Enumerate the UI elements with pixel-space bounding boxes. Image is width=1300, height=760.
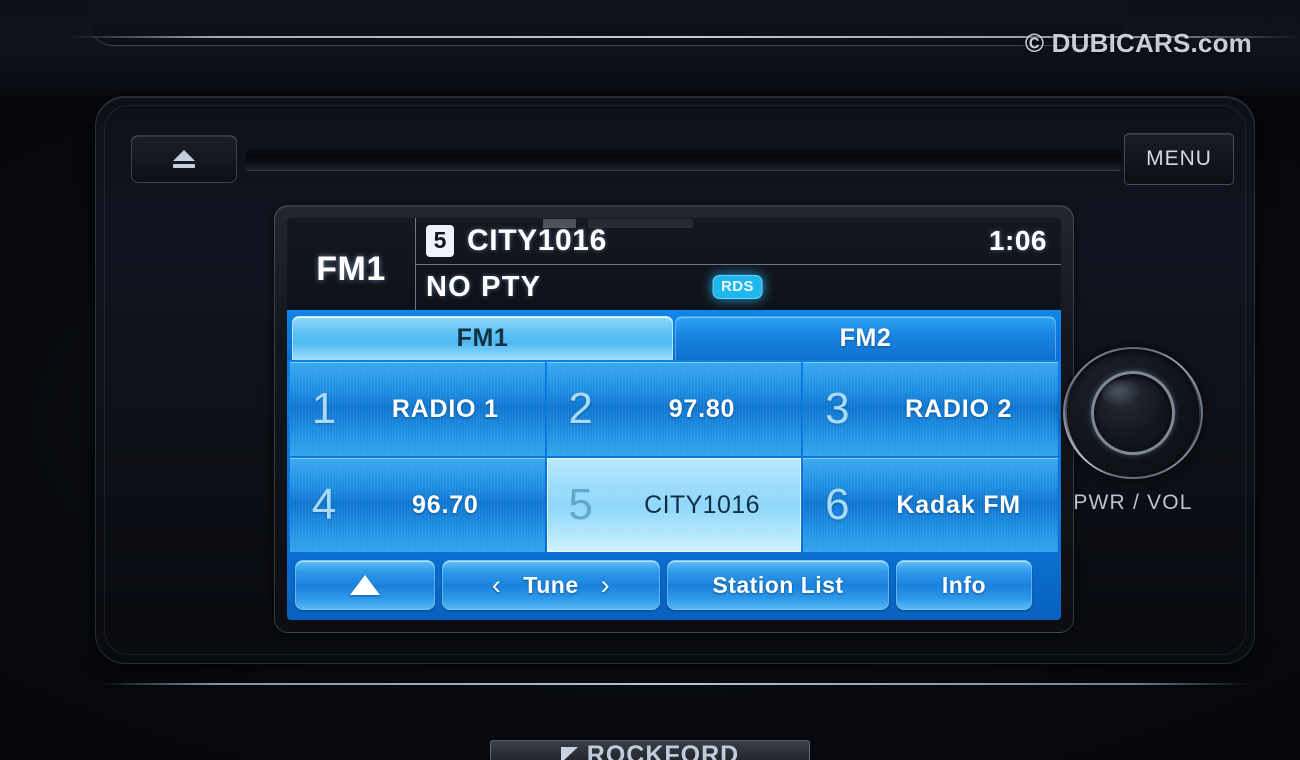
preset-label-6: Kadak FM xyxy=(896,490,1021,519)
preset-number-3: 3 xyxy=(825,384,850,433)
status-header: FM1 5 CITY1016 1:06 NO PTY RDS xyxy=(287,218,1061,310)
tune-prev-icon[interactable]: ‹ xyxy=(492,570,502,601)
tune-next-icon[interactable]: › xyxy=(601,570,611,601)
now-playing-row: 5 CITY1016 1:06 xyxy=(415,218,1061,265)
band-indicator: FM1 xyxy=(316,249,386,288)
rockford-badge: ROCKFORD xyxy=(490,740,810,760)
info-label: Info xyxy=(941,571,987,598)
tune-label: Tune xyxy=(523,571,579,598)
tune-control[interactable]: ‹ Tune › xyxy=(442,560,660,610)
power-knob[interactable] xyxy=(1091,371,1175,455)
dashboard: © DUBICARS.com MENU FM1 5 CITY1016 1:06 … xyxy=(0,0,1300,760)
preset-button-6[interactable]: 6 Kadak FM xyxy=(803,458,1058,552)
preset-label-5: CITY1016 xyxy=(644,490,760,519)
clock: 1:06 xyxy=(988,224,1047,256)
preset-button-1[interactable]: 1 RADIO 1 xyxy=(290,362,545,456)
watermark: © DUBICARS.com xyxy=(1024,28,1252,58)
volume-knob-ring[interactable] xyxy=(1063,347,1203,479)
preset-number-4: 4 xyxy=(311,480,337,529)
triangle-up-icon xyxy=(350,575,380,595)
power-volume-label: PWR / VOL xyxy=(1073,491,1193,514)
pty-label: NO PTY xyxy=(426,270,542,303)
screen-bezel: FM1 5 CITY1016 1:06 NO PTY RDS FM1 FM2 1… xyxy=(274,205,1074,633)
rds-badge: RDS xyxy=(712,275,763,300)
preset-label-4: 96.70 xyxy=(412,490,479,519)
bottom-toolbar: ‹ Tune › Station List Info xyxy=(287,554,1061,620)
station-list-button[interactable]: Station List xyxy=(667,560,889,610)
preset-number-5: 5 xyxy=(568,480,593,529)
station-list-label: Station List xyxy=(712,571,844,598)
preset-label-3: RADIO 2 xyxy=(905,394,1013,423)
preset-grid: 1 RADIO 1 2 97.80 3 RADIO 2 4 96.70 5 CI… xyxy=(287,360,1061,554)
dash-upper-inset xyxy=(88,0,1128,46)
tab-fm1[interactable]: FM1 xyxy=(292,316,673,360)
info-button[interactable]: Info xyxy=(896,560,1032,610)
rockford-badge-label: ROCKFORD xyxy=(586,740,740,760)
dash-chrome-trim-bottom xyxy=(100,683,1250,685)
preset-button-2[interactable]: 2 97.80 xyxy=(546,362,802,456)
current-station-name: CITY1016 xyxy=(467,223,607,257)
band-tabs: FM1 FM2 xyxy=(287,310,1061,360)
eject-button[interactable] xyxy=(131,135,237,183)
menu-button[interactable]: MENU xyxy=(1124,133,1234,185)
pty-row: NO PTY RDS xyxy=(415,264,1061,310)
eject-triangle xyxy=(173,150,195,161)
preset-button-5[interactable]: 5 CITY1016 xyxy=(546,458,802,552)
tab-fm2-label: FM2 xyxy=(839,324,892,352)
head-unit: MENU FM1 5 CITY1016 1:06 NO PTY RDS FM1 … xyxy=(95,96,1255,664)
cd-slot[interactable] xyxy=(246,149,1121,171)
power-volume-control[interactable]: PWR / VOL xyxy=(1054,347,1212,515)
scroll-up-button[interactable] xyxy=(295,560,435,610)
preset-number-2: 2 xyxy=(568,384,593,433)
preset-button-3[interactable]: 3 RADIO 2 xyxy=(803,362,1058,456)
rockford-logo-icon xyxy=(560,747,578,760)
preset-number-1: 1 xyxy=(311,384,337,433)
eject-bar xyxy=(173,164,195,168)
tab-fm2[interactable]: FM2 xyxy=(675,316,1056,360)
status-header-right: 5 CITY1016 1:06 NO PTY RDS xyxy=(415,218,1061,310)
lcd-display: FM1 5 CITY1016 1:06 NO PTY RDS FM1 FM2 1… xyxy=(287,218,1061,620)
current-preset-badge: 5 xyxy=(426,224,454,257)
tab-fm1-label: FM1 xyxy=(456,324,509,352)
preset-label-2: 97.80 xyxy=(668,394,736,423)
preset-button-4[interactable]: 4 96.70 xyxy=(290,458,545,552)
preset-number-6: 6 xyxy=(825,480,850,529)
preset-label-1: RADIO 1 xyxy=(391,394,499,423)
menu-button-label: MENU xyxy=(1146,147,1212,170)
eject-icon xyxy=(173,150,195,168)
